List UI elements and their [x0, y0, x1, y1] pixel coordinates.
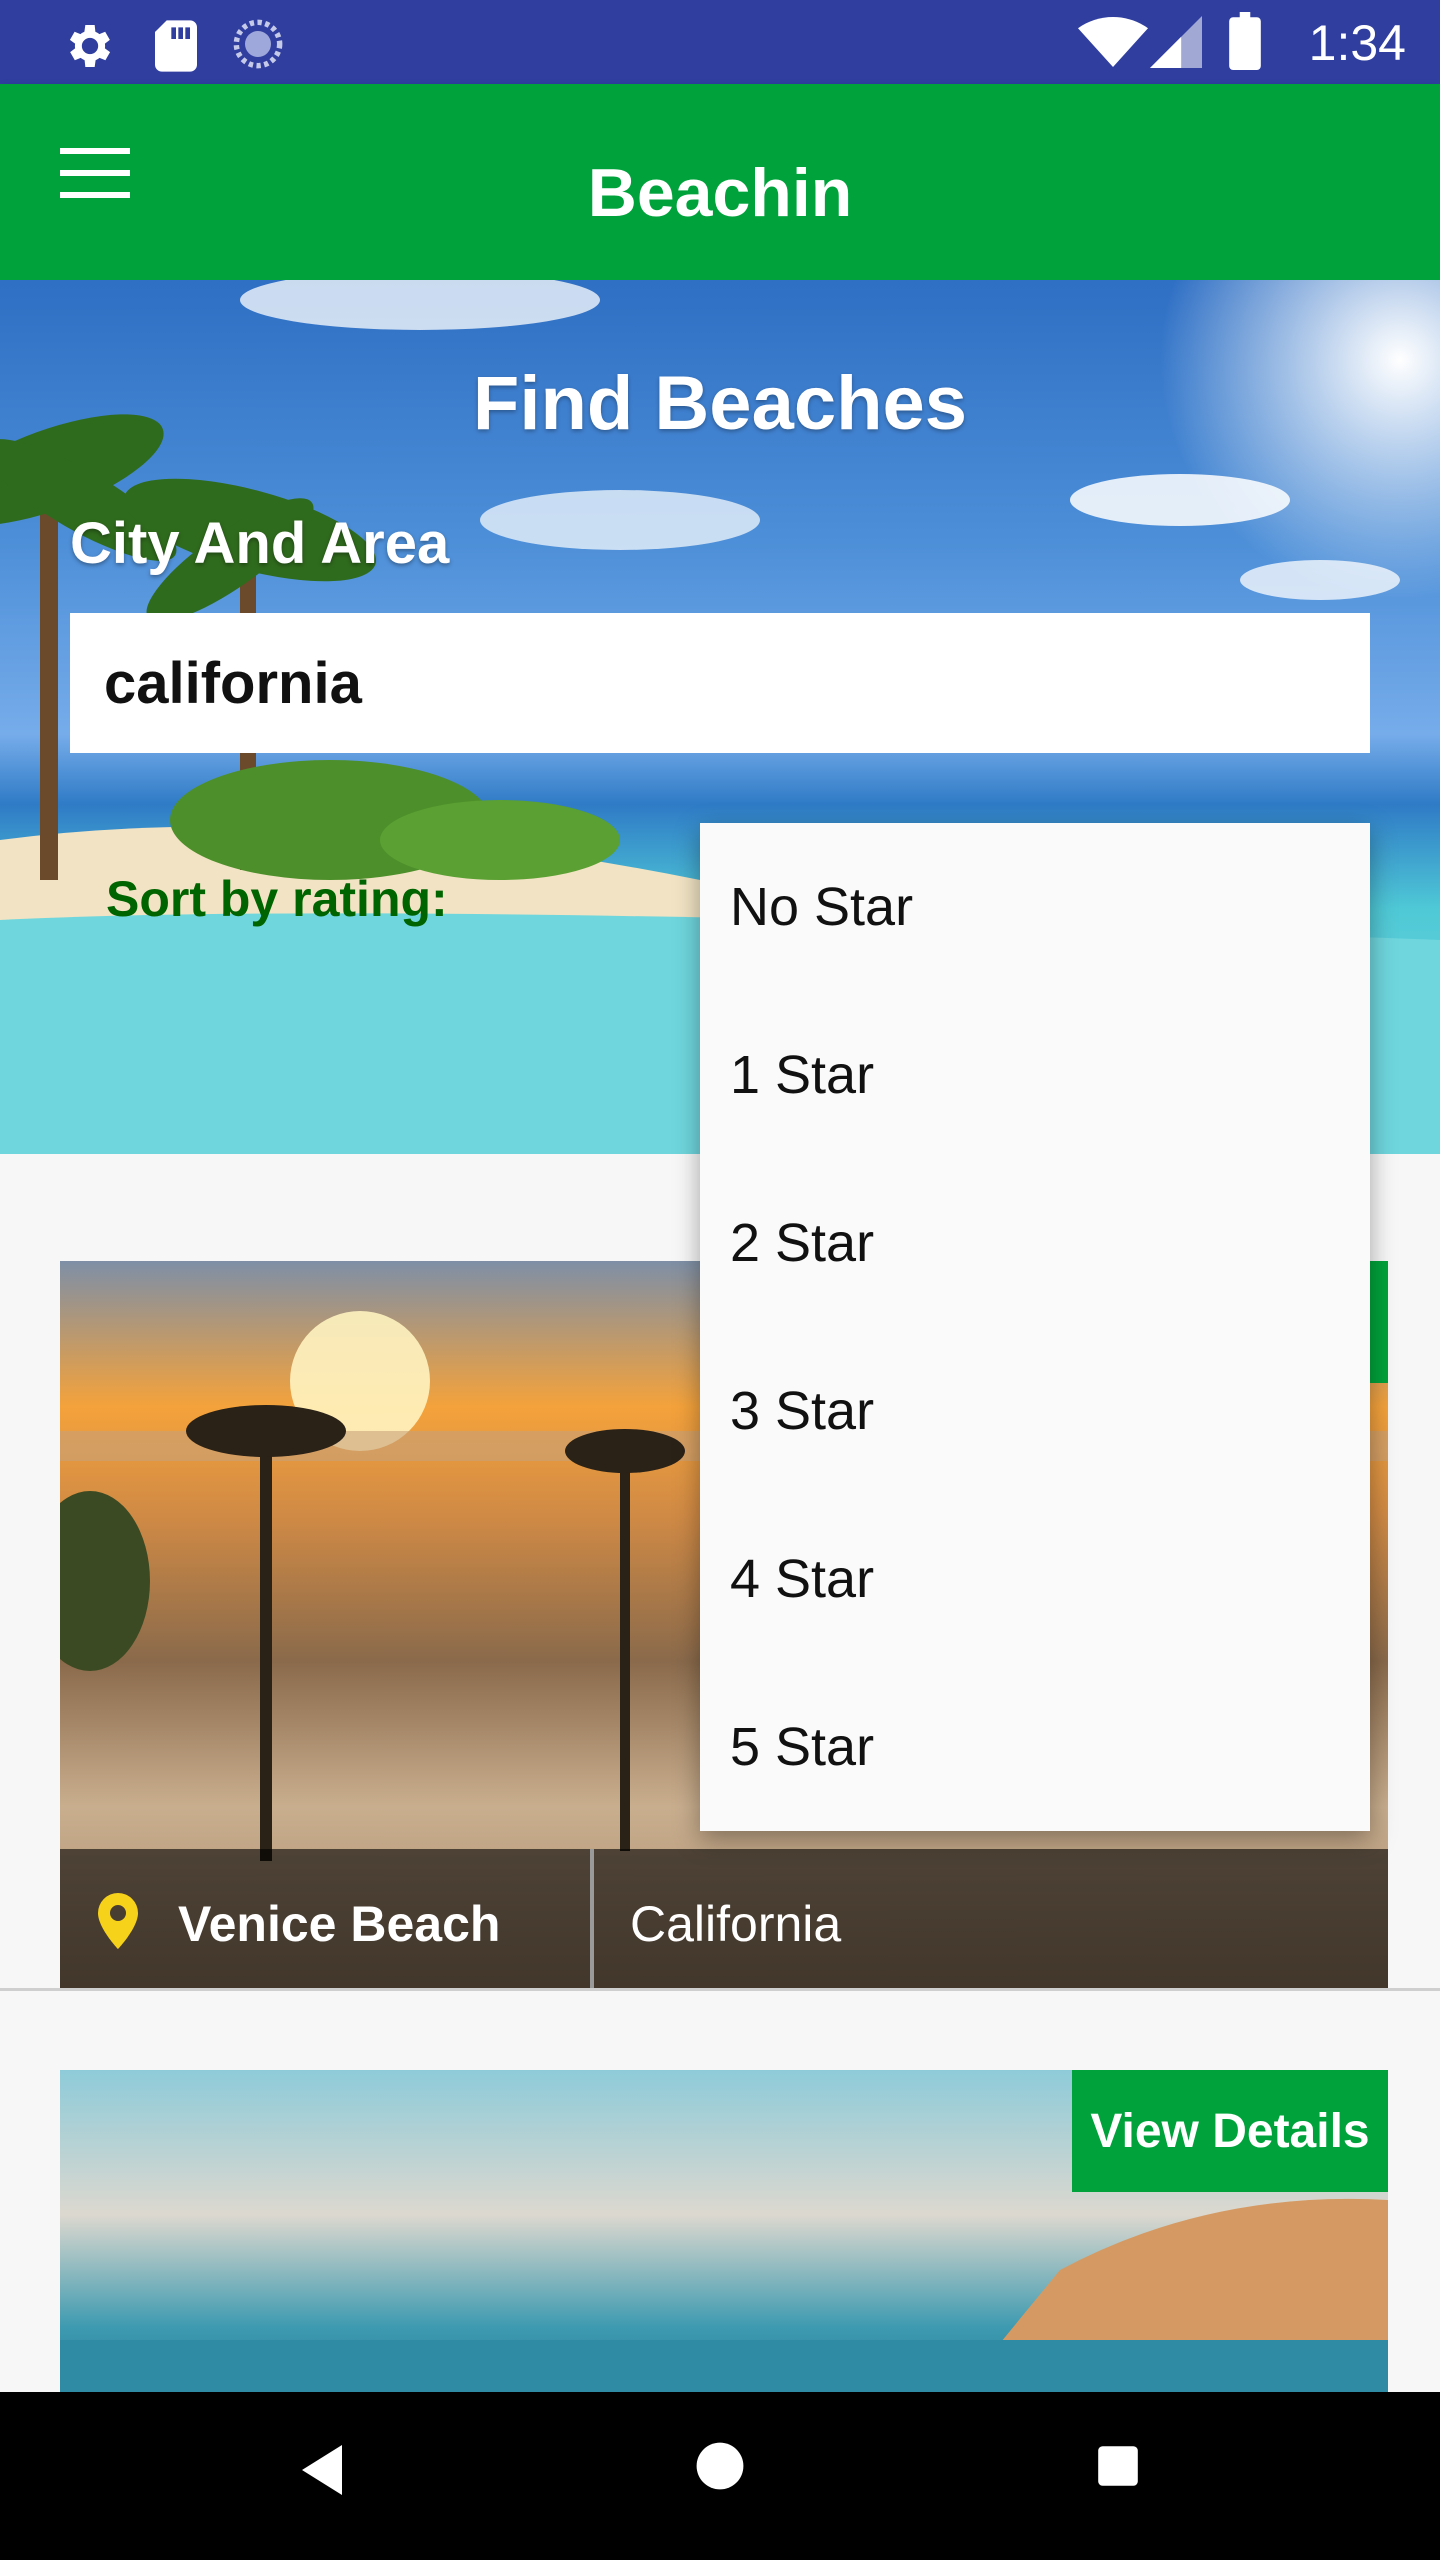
- recents-icon[interactable]: [1096, 2444, 1140, 2488]
- sort-by-rating-label: Sort by rating:: [106, 871, 448, 927]
- dropdown-option-2-star[interactable]: 2 Star: [700, 1159, 1370, 1327]
- dropdown-option-no-star[interactable]: No Star: [700, 823, 1370, 991]
- beach-region: California: [630, 1896, 842, 1952]
- sync-icon: [233, 19, 283, 69]
- rating-dropdown-menu: No Star 1 Star 2 Star 3 Star 4 Star 5 St…: [700, 823, 1370, 1831]
- dropdown-option-1-star[interactable]: 1 Star: [700, 991, 1370, 1159]
- home-icon[interactable]: [694, 2440, 746, 2492]
- hero-title: Find Beaches: [472, 361, 968, 446]
- gear-icon: [69, 25, 111, 67]
- system-nav-bar: [0, 2392, 1440, 2560]
- info-divider: [590, 1849, 594, 1989]
- city-area-label: City And Area: [70, 511, 450, 576]
- dropdown-option-5-star[interactable]: 5 Star: [700, 1663, 1370, 1831]
- status-bar: 1:34: [0, 0, 1440, 84]
- beach-card[interactable]: View Details: [60, 2070, 1388, 2392]
- battery-icon: [1229, 12, 1261, 70]
- beach-name: Venice Beach: [178, 1896, 501, 1952]
- view-details-button[interactable]: View Details: [1072, 2070, 1388, 2192]
- status-time: 1:34: [1308, 15, 1406, 71]
- sd-card-icon: [155, 20, 197, 72]
- location-pin-icon: [98, 1893, 138, 1949]
- app-bar: Beachin: [0, 84, 1440, 280]
- dropdown-option-3-star[interactable]: 3 Star: [700, 1327, 1370, 1495]
- city-area-input[interactable]: [70, 613, 1370, 753]
- beach-card-info-bar: Venice Beach California: [60, 1849, 1388, 1989]
- back-icon[interactable]: [296, 2440, 348, 2500]
- dropdown-option-4-star[interactable]: 4 Star: [700, 1495, 1370, 1663]
- list-divider: [0, 1988, 1440, 1991]
- wifi-icon: [1078, 16, 1148, 67]
- app-title: Beachin: [587, 155, 853, 231]
- signal-icon: [1150, 16, 1202, 68]
